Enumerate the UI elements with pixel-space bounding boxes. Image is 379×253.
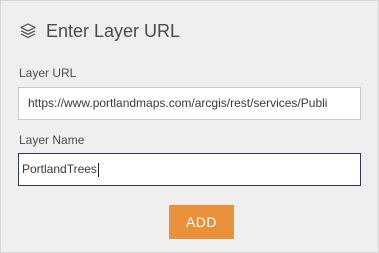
text-caret: [97, 162, 99, 177]
enter-layer-url-panel: Enter Layer URL Layer URL https://www.po…: [0, 0, 379, 253]
layer-url-input[interactable]: https://www.portlandmaps.com/arcgis/rest…: [18, 87, 361, 120]
layer-name-value: PortlandTrees: [22, 162, 97, 176]
layer-url-label: Layer URL: [19, 66, 77, 80]
layer-name-label: Layer Name: [19, 133, 85, 147]
dialog-title: Enter Layer URL: [46, 20, 181, 41]
layer-name-input[interactable]: PortlandTrees: [18, 153, 361, 186]
layers-icon: [19, 22, 37, 40]
dialog-header: Enter Layer URL: [19, 20, 180, 42]
add-button[interactable]: ADD: [169, 205, 234, 239]
